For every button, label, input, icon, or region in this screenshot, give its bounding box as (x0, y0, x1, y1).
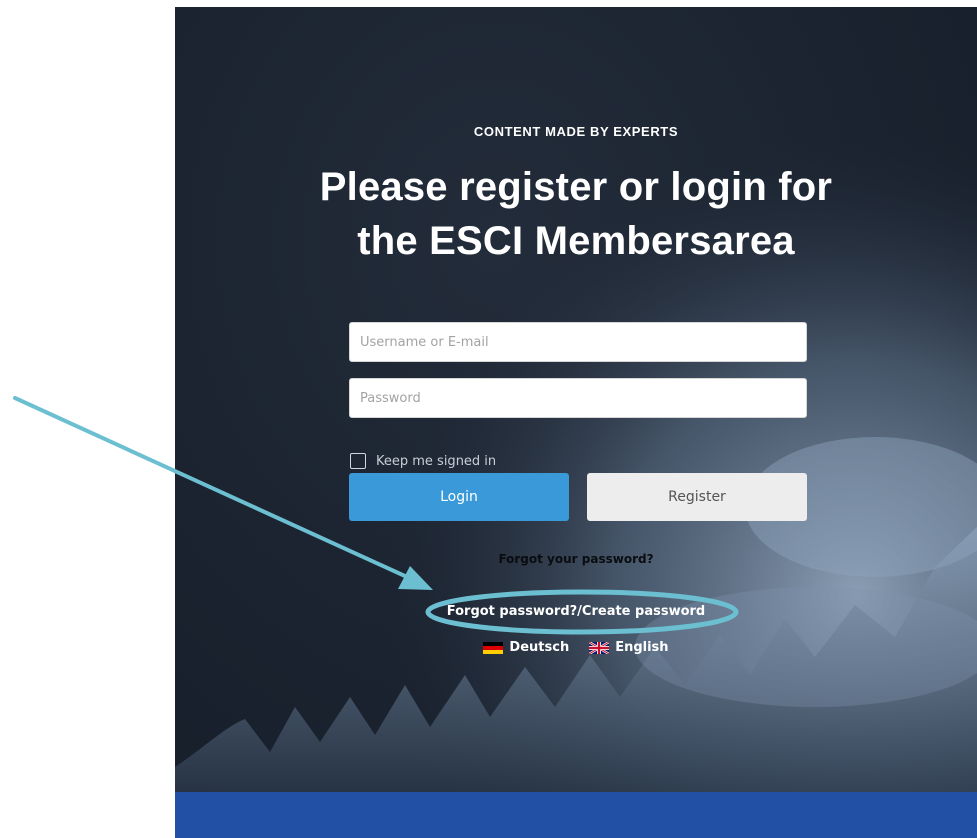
forgot-password-link[interactable]: Forgot your password? (175, 552, 977, 566)
page-title-line-2: the ESCI Membersarea (357, 219, 795, 263)
uk-flag-icon (589, 641, 610, 654)
language-english[interactable]: English (589, 640, 669, 655)
footer-band (175, 792, 977, 838)
page-title-line-1: Please register or login for (319, 165, 833, 209)
language-english-label: English (615, 640, 669, 655)
keep-signed-in-checkbox[interactable] (350, 453, 366, 469)
password-input[interactable] (349, 378, 807, 418)
keep-signed-in-label: Keep me signed in (376, 453, 497, 469)
language-switcher: Deutsch English (175, 640, 977, 655)
page-title: Please register or login for the ESCI Me… (175, 160, 977, 268)
register-button[interactable]: Register (587, 473, 807, 521)
login-button[interactable]: Login (349, 473, 569, 521)
germany-flag-icon (483, 641, 504, 654)
keep-signed-in[interactable]: Keep me signed in (350, 452, 496, 470)
forgot-create-password-link[interactable]: Forgot password?/Create password (175, 604, 977, 619)
eyebrow-text: CONTENT MADE BY EXPERTS (473, 124, 679, 139)
language-deutsch-label: Deutsch (509, 640, 570, 655)
language-deutsch[interactable]: Deutsch (483, 640, 569, 655)
username-input[interactable] (349, 322, 807, 362)
